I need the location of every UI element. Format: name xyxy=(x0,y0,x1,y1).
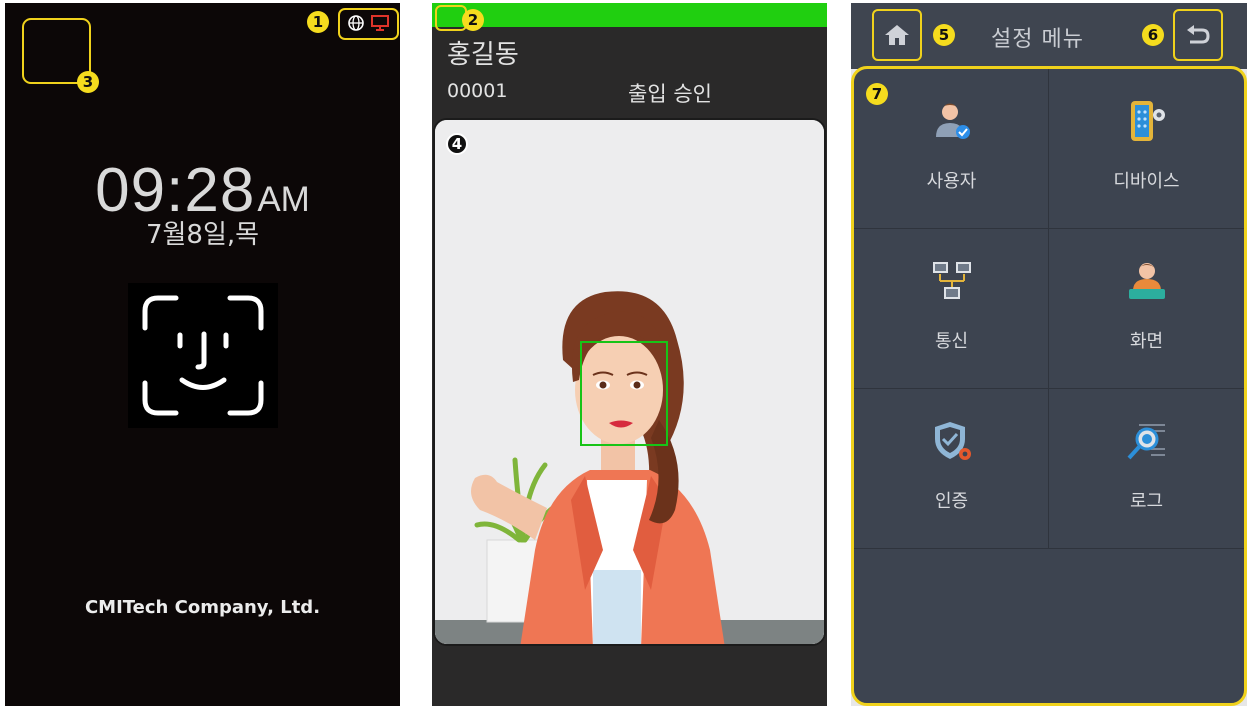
shield-icon xyxy=(935,422,971,460)
clock-date: 7월8일,목 xyxy=(145,220,260,250)
network-icon xyxy=(933,262,971,299)
home-icon xyxy=(885,25,909,45)
callout-marker-4: 4 xyxy=(446,133,468,155)
user-id: 00001 xyxy=(447,80,508,102)
callout-marker-3: 3 xyxy=(77,71,99,93)
globe-icon xyxy=(348,15,364,31)
company-name: CMITech Company, Ltd. xyxy=(84,597,321,618)
callout-marker-2: 2 xyxy=(462,9,484,31)
back-button[interactable] xyxy=(1173,9,1223,61)
home-button[interactable] xyxy=(872,9,922,61)
device-icon xyxy=(1131,101,1165,141)
idle-screen: 1 3 09:28AM 7월8일,목 CMITech Company, Ltd. xyxy=(5,3,400,706)
menu-item-network[interactable]: 통신 xyxy=(854,229,1049,389)
callout-marker-5: 5 xyxy=(933,24,955,46)
menu-item-label: 사용자 xyxy=(926,171,977,192)
menu-item-authentication[interactable]: 인증 xyxy=(854,389,1049,549)
callout-marker-1: 1 xyxy=(307,11,329,33)
recognition-result-screen: 2 홍길동 00001 출입 승인 4 xyxy=(432,3,827,706)
settings-title: 설정 메뉴 xyxy=(991,27,1084,52)
user-icon xyxy=(936,103,970,139)
auth-status-bar xyxy=(432,3,827,27)
back-arrow-icon xyxy=(1187,25,1210,44)
face-id-icon xyxy=(128,283,278,428)
monitor-icon xyxy=(371,15,389,31)
settings-menu-grid: 사용자 디바이스 통신 화면 인증 로그 7 xyxy=(851,66,1247,706)
menu-item-label: 인증 xyxy=(934,491,969,512)
display-icon xyxy=(1129,263,1165,299)
menu-item-device[interactable]: 디바이스 xyxy=(1049,69,1244,229)
menu-item-label: 화면 xyxy=(1129,331,1164,352)
user-name: 홍길동 xyxy=(447,40,519,70)
menu-item-log[interactable]: 로그 xyxy=(1049,389,1244,549)
callout-marker-6: 6 xyxy=(1142,24,1164,46)
person-illustration xyxy=(435,120,824,644)
menu-item-display[interactable]: 화면 xyxy=(1049,229,1244,389)
callout-marker-7: 7 xyxy=(866,83,888,105)
log-search-icon xyxy=(1127,424,1165,460)
access-status: 출입 승인 xyxy=(628,82,712,106)
menu-item-label: 로그 xyxy=(1129,491,1164,512)
menu-item-label: 통신 xyxy=(934,331,969,352)
captured-face-photo xyxy=(433,118,826,646)
menu-item-label: 디바이스 xyxy=(1113,171,1180,192)
settings-menu-screen: 5 설정 메뉴 6 사용자 디바이스 통신 화면 인증 로그 7 xyxy=(851,3,1247,706)
